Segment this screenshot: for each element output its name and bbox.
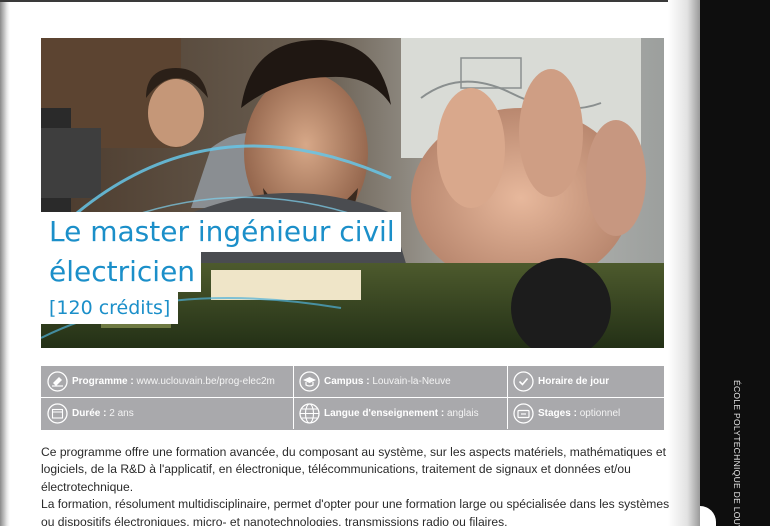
stages-value: optionnel (579, 408, 621, 419)
side-label: ÉCOLE POLYTECHNIQUE DE LOUVAIN (732, 380, 742, 526)
info-row-2: Durée : 2 ans Langue d'enseignement : an… (41, 398, 664, 429)
page-right-shadow (668, 0, 700, 526)
info-campus: Campus : Louvain-la-Neuve (293, 366, 507, 397)
campus-label: Campus : (324, 376, 370, 387)
info-programme: Programme : www.uclouvain.be/prog-elec2m (47, 366, 293, 397)
programme-label: Programme : (72, 376, 134, 387)
graduation-cap-icon (299, 371, 320, 392)
page-title-line-1: Le master ingénieur civil (41, 212, 401, 252)
programme-link[interactable]: www.uclouvain.be/prog-elec2m (136, 376, 274, 387)
info-langue: Langue d'enseignement : anglais (293, 398, 507, 429)
globe-icon (299, 403, 320, 424)
clock-icon (513, 371, 534, 392)
description-paragraph-2: La formation, résolument multidisciplina… (41, 497, 670, 526)
duree-label: Durée : (72, 408, 107, 419)
info-stages: Stages : optionnel (507, 398, 664, 429)
info-horaire: Horaire de jour (507, 366, 664, 397)
credits-label: [120 crédits] (41, 292, 179, 324)
info-duree: Durée : 2 ans (47, 398, 293, 429)
briefcase-icon (513, 403, 534, 424)
title-block: Le master ingénieur civil électricien [1… (41, 212, 401, 324)
page-title-line-2: électricien (41, 252, 202, 292)
langue-label: Langue d'enseignement : (324, 408, 445, 419)
calendar-icon (47, 403, 68, 424)
campus-value: Louvain-la-Neuve (372, 376, 451, 387)
info-row-1: Programme : www.uclouvain.be/prog-elec2m… (41, 366, 664, 397)
laptop-icon (47, 371, 68, 392)
horaire-label: Horaire de jour (538, 376, 610, 387)
description: Ce programme offre une formation avancée… (41, 444, 671, 526)
duree-value: 2 ans (109, 408, 134, 419)
stages-label: Stages : (538, 408, 577, 419)
description-paragraph-1: Ce programme offre une formation avancée… (41, 445, 666, 494)
langue-value: anglais (446, 408, 479, 419)
info-bar: Programme : www.uclouvain.be/prog-elec2m… (41, 366, 664, 430)
page-left-shadow (0, 0, 10, 526)
page-top-border (0, 0, 700, 2)
